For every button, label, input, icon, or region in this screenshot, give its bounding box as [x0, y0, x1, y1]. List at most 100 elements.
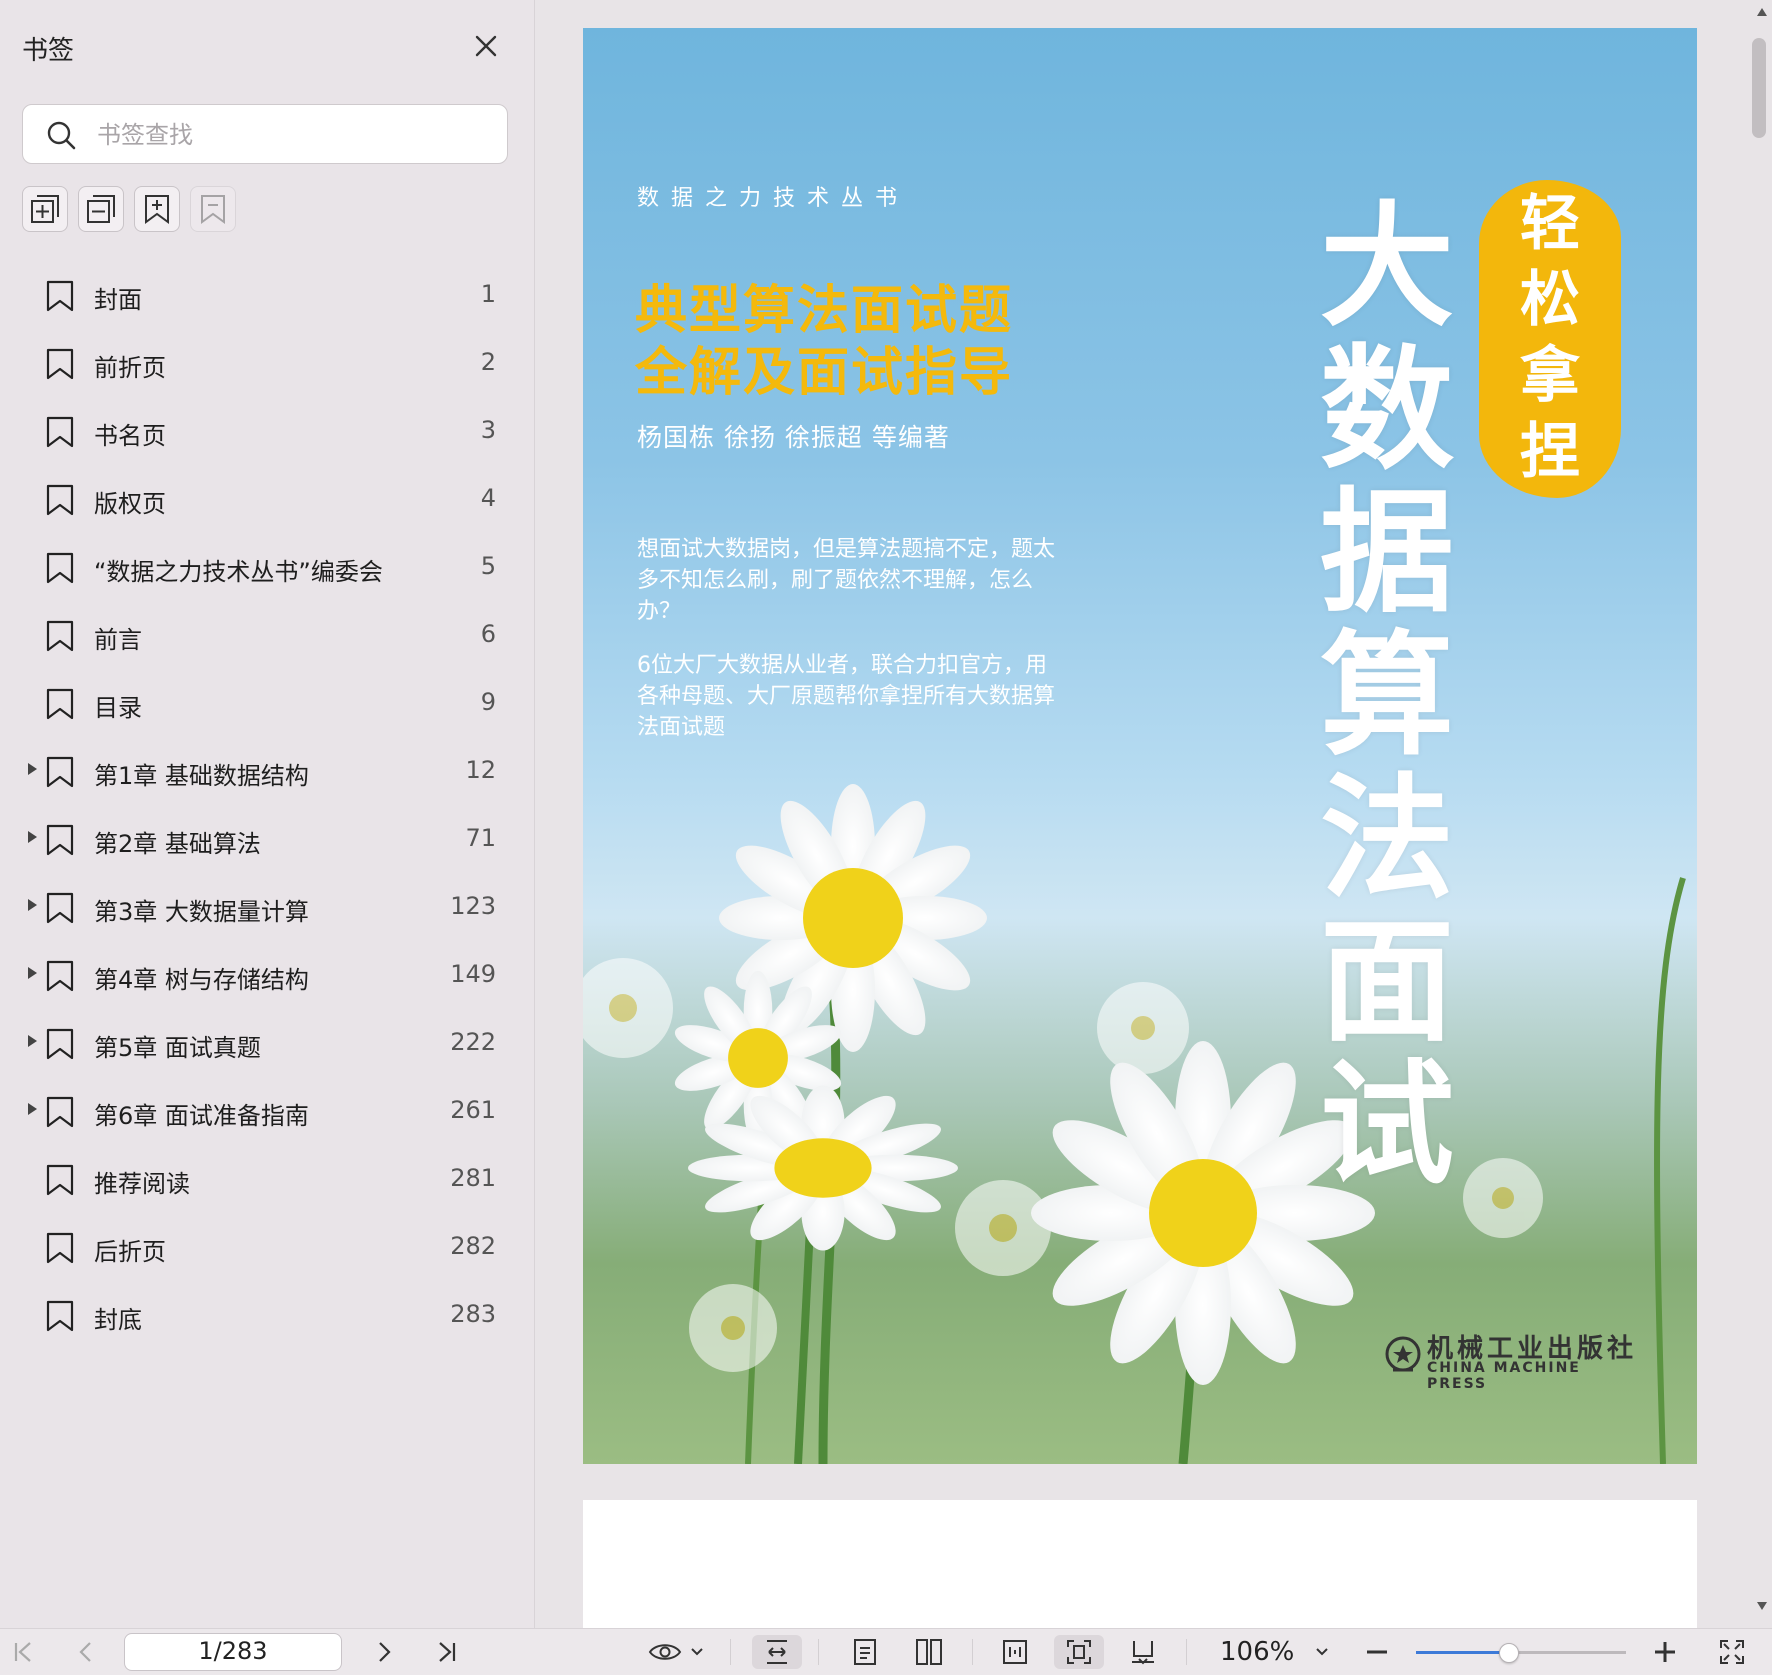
view-mode-dropdown[interactable] — [644, 1635, 708, 1669]
vertical-scrollbar-thumb[interactable] — [1752, 38, 1766, 138]
cover-main-title: 大 数 据 算 法 面 试 — [1307, 196, 1467, 1197]
bookmark-label: 前折页 — [94, 354, 166, 382]
zoom-slider[interactable] — [1416, 1643, 1626, 1663]
bookmark-item[interactable]: 前言 6 — [0, 602, 534, 670]
add-bookmark-icon — [145, 195, 169, 224]
zoom-dropdown-button[interactable] — [1308, 1635, 1336, 1669]
expand-arrow-icon[interactable] — [28, 1103, 37, 1115]
bookmark-page-number: 283 — [450, 1300, 496, 1328]
badge-char: 拿 — [1520, 341, 1580, 411]
bookmark-item[interactable]: 推荐阅读 281 — [0, 1146, 534, 1214]
bookmark-item[interactable]: 目录 9 — [0, 670, 534, 738]
bookmark-label: 第6章 面试准备指南 — [94, 1102, 309, 1130]
single-page-icon — [854, 1639, 876, 1665]
bookmark-label: 推荐阅读 — [94, 1170, 190, 1198]
collapse-all-icon — [87, 195, 115, 223]
last-page-button[interactable] — [430, 1635, 464, 1669]
document-page-2 — [583, 1500, 1697, 1628]
bookmark-item[interactable]: 版权页 4 — [0, 466, 534, 534]
remove-bookmark-button[interactable] — [190, 186, 236, 232]
badge-char: 松 — [1520, 265, 1580, 335]
zoom-in-button[interactable] — [1648, 1635, 1682, 1669]
bookmark-item[interactable]: 后折页 282 — [0, 1214, 534, 1282]
last-page-icon — [439, 1642, 456, 1662]
chevron-down-icon — [691, 1648, 703, 1656]
scroll-up-arrow-icon[interactable] — [1755, 6, 1769, 18]
fullscreen-button[interactable] — [1712, 1635, 1752, 1669]
bookmark-icon — [46, 824, 74, 856]
zoom-out-button[interactable] — [1360, 1635, 1394, 1669]
bookmark-item[interactable]: “数据之力技术丛书”编委会 5 — [0, 534, 534, 602]
expand-arrow-icon[interactable] — [28, 1035, 37, 1047]
title-char: 法 — [1319, 761, 1454, 917]
bookmark-label: 目录 — [94, 694, 142, 722]
fit-width-icon — [767, 1640, 787, 1664]
toolbar-divider — [1186, 1639, 1187, 1665]
expand-arrow-icon[interactable] — [28, 763, 37, 775]
expand-all-icon — [31, 195, 59, 223]
bookmark-item[interactable]: 第6章 面试准备指南 261 — [0, 1078, 534, 1146]
fit-page-button[interactable] — [1054, 1635, 1104, 1669]
scroll-down-arrow-icon[interactable] — [1755, 1600, 1769, 1612]
bookmark-item[interactable]: 封面 1 — [0, 262, 534, 330]
expand-arrow-icon[interactable] — [28, 899, 37, 911]
bookmark-page-number: 222 — [450, 1028, 496, 1056]
continuous-scroll-button[interactable] — [1118, 1635, 1168, 1669]
zoom-slider-thumb[interactable] — [1499, 1643, 1520, 1663]
bookmark-icon — [46, 1096, 74, 1128]
expand-arrow-icon[interactable] — [28, 967, 37, 979]
book-series-name: 数据之力技术丛书 — [637, 186, 910, 211]
two-page-view-button[interactable] — [904, 1635, 954, 1669]
bookmark-item[interactable]: 第4章 树与存储结构 149 — [0, 942, 534, 1010]
fit-page-icon — [1067, 1640, 1091, 1664]
bookmark-sidebar: 书签 封面 1 前折页 2 书名页 3 版权页 4 “数据之力技术丛书”编委会 5 前言 6 目录 9 第1… — [0, 0, 535, 1628]
bookmark-page-number: 5 — [480, 552, 496, 580]
bookmark-label: 第5章 面试真题 — [94, 1034, 261, 1062]
bookmark-list: 封面 1 前折页 2 书名页 3 版权页 4 “数据之力技术丛书”编委会 5 前言 6 目录 9 第1章 基… — [0, 262, 534, 1350]
bookmark-item[interactable]: 第1章 基础数据结构 12 — [0, 738, 534, 806]
toolbar-divider — [730, 1639, 731, 1665]
bookmark-item[interactable]: 第2章 基础算法 71 — [0, 806, 534, 874]
next-page-button[interactable] — [368, 1635, 402, 1669]
bookmark-item[interactable]: 第5章 面试真题 222 — [0, 1010, 534, 1078]
toolbar-divider — [972, 1639, 973, 1665]
previous-page-button[interactable] — [68, 1635, 102, 1669]
bookmark-page-number: 123 — [450, 892, 496, 920]
single-page-view-button[interactable] — [840, 1635, 890, 1669]
bookmark-search-input[interactable] — [95, 115, 489, 155]
first-page-icon — [14, 1642, 31, 1662]
bookmark-icon — [46, 1300, 74, 1332]
title-char: 试 — [1319, 1047, 1454, 1203]
bookmark-label: 第3章 大数据量计算 — [94, 898, 309, 926]
close-sidebar-button[interactable] — [470, 30, 502, 62]
zoom-level[interactable]: 106% — [1220, 1637, 1294, 1667]
bookmark-item[interactable]: 封底 283 — [0, 1282, 534, 1350]
book-cover-page: 数据之力技术丛书 典型算法面试题 全解及面试指导 杨国栋 徐扬 徐振超 等编著 … — [583, 28, 1697, 1464]
add-bookmark-button[interactable] — [134, 186, 180, 232]
actual-size-icon — [1003, 1640, 1027, 1664]
publisher-emblem-icon — [1385, 1336, 1421, 1372]
bookmark-page-number: 3 — [480, 416, 496, 444]
bookmark-icon — [46, 688, 74, 720]
collapse-all-button[interactable] — [78, 186, 124, 232]
first-page-button[interactable] — [6, 1635, 40, 1669]
bookmark-page-number: 4 — [480, 484, 496, 512]
fit-width-button[interactable] — [752, 1635, 802, 1669]
expand-arrow-icon[interactable] — [28, 831, 37, 843]
bookmark-item[interactable]: 前折页 2 — [0, 330, 534, 398]
cover-subtitle-line2: 全解及面试指导 — [635, 343, 1014, 403]
expand-all-button[interactable] — [22, 186, 68, 232]
title-char: 面 — [1319, 904, 1454, 1060]
bookmark-page-number: 71 — [465, 824, 496, 852]
cover-blurb-1: 想面试大数据岗，但是算法题搞不定，题太多不知怎么刷，刷了题依然不理解，怎么办？ — [637, 537, 1056, 624]
bookmark-search-box[interactable] — [22, 104, 508, 164]
actual-size-button[interactable] — [990, 1635, 1040, 1669]
document-viewer[interactable]: 数据之力技术丛书 典型算法面试题 全解及面试指导 杨国栋 徐扬 徐振超 等编著 … — [535, 0, 1772, 1628]
bookmark-item[interactable]: 第3章 大数据量计算 123 — [0, 874, 534, 942]
plus-icon — [1655, 1642, 1675, 1662]
title-char: 算 — [1319, 618, 1454, 774]
bookmark-item[interactable]: 书名页 3 — [0, 398, 534, 466]
page-number-input[interactable]: 1/283 — [124, 1633, 342, 1671]
two-page-icon — [916, 1639, 942, 1665]
bookmark-page-number: 282 — [450, 1232, 496, 1260]
